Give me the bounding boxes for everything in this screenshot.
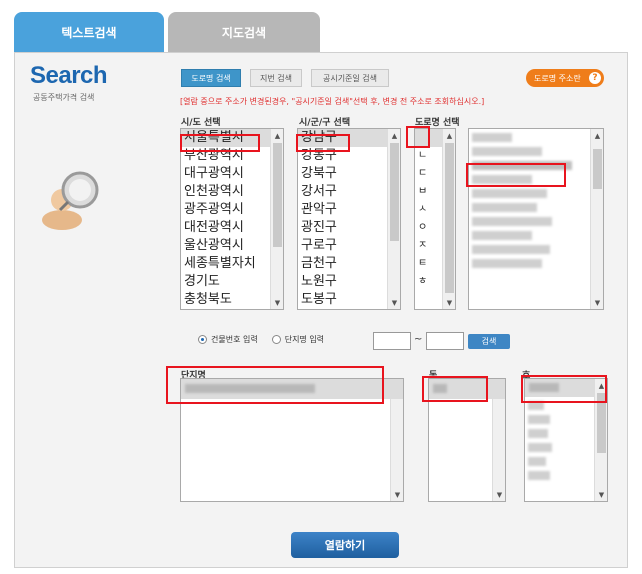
initial-scrollbar[interactable]: ▲ ▼	[442, 129, 455, 309]
highlight-box	[296, 134, 350, 152]
sido-scrollbar[interactable]: ▲ ▼	[270, 129, 283, 309]
end-number-input[interactable]	[426, 332, 464, 350]
notice-text: [열람 중으로 주소가 변경된경우, "공시기준일 검색"선택 후, 변경 전 …	[180, 97, 485, 106]
date-search-button[interactable]: 공시기준일 검색	[311, 69, 389, 87]
road-scrollbar[interactable]: ▲ ▼	[590, 129, 603, 309]
initial-consonant-listbox[interactable]: ㄴ ㄷ ㅂ ㅅ ㅇ ㅈ ㅌ ㅎ ▲ ▼	[414, 128, 456, 310]
scroll-down-icon[interactable]: ▼	[271, 296, 283, 309]
list-item[interactable]	[528, 443, 552, 452]
scroll-thumb[interactable]	[593, 149, 602, 189]
sigungu-listbox[interactable]: 강남구 강동구 강북구 강서구 관악구 광진구 구로구 금천구 노원구 도봉구 …	[297, 128, 401, 310]
user-search-icon	[42, 171, 99, 230]
scroll-up-icon[interactable]: ▲	[271, 129, 283, 142]
open-button[interactable]: 열람하기	[291, 532, 399, 558]
list-item[interactable]: 노원구	[298, 273, 400, 291]
question-icon: ?	[589, 72, 601, 84]
sigungu-label: 시/군/구 선택	[299, 118, 351, 128]
sido-label: 시/도 선택	[181, 118, 221, 128]
lot-number-radio[interactable]	[271, 335, 281, 344]
highlight-box	[180, 134, 260, 152]
highlight-box	[166, 366, 384, 404]
scroll-down-icon[interactable]: ▼	[391, 488, 403, 501]
scroll-down-icon[interactable]: ▼	[595, 488, 607, 501]
lot-search-button[interactable]: 지번 검색	[250, 69, 302, 87]
road-address-help-label: 도로명 주소란	[534, 73, 581, 83]
list-item[interactable]	[472, 133, 512, 142]
list-item[interactable]: 광주광역시	[181, 201, 283, 219]
tab-text-search[interactable]: 텍스트검색	[14, 12, 164, 52]
list-item[interactable]	[472, 189, 547, 198]
list-item[interactable]: 인천광역시	[181, 183, 283, 201]
list-item[interactable]: 대전광역시	[181, 219, 283, 237]
list-item[interactable]: 세종특별자치	[181, 255, 283, 273]
list-item[interactable]	[528, 457, 546, 466]
start-number-input[interactable]	[373, 332, 411, 350]
list-item[interactable]: 대구광역시	[181, 165, 283, 183]
highlight-box	[466, 163, 566, 187]
scroll-down-icon[interactable]: ▼	[443, 296, 455, 309]
list-item[interactable]: 충청북도	[181, 291, 283, 309]
search-button[interactable]: 검색	[468, 334, 510, 349]
list-item[interactable]: 강북구	[298, 165, 400, 183]
highlight-box	[521, 375, 607, 403]
list-item[interactable]: 관악구	[298, 201, 400, 219]
search-type-row: 건물번호 입력 단지명 입력	[198, 334, 324, 345]
list-item[interactable]: 금천구	[298, 255, 400, 273]
list-item[interactable]	[472, 147, 542, 156]
list-item[interactable]	[472, 203, 537, 212]
scroll-up-icon[interactable]: ▲	[591, 129, 603, 142]
list-item[interactable]	[472, 245, 550, 254]
sido-listbox[interactable]: 서울특별시 부산광역시 대구광역시 인천광역시 광주광역시 대전광역시 울산광역…	[180, 128, 284, 310]
range-dash: ~	[414, 334, 423, 345]
list-item[interactable]: 울산광역시	[181, 237, 283, 255]
highlight-box	[422, 376, 488, 402]
list-item[interactable]: 광진구	[298, 219, 400, 237]
scroll-up-icon[interactable]: ▲	[443, 129, 455, 142]
list-item[interactable]: 도봉구	[298, 291, 400, 309]
complex-scrollbar[interactable]: ▼	[390, 399, 403, 501]
road-search-button[interactable]: 도로명 검색	[181, 69, 241, 87]
list-item[interactable]	[472, 217, 552, 226]
road-address-help-button[interactable]: 도로명 주소란 ?	[526, 69, 604, 87]
building-number-radio[interactable]	[198, 335, 207, 344]
sigungu-scrollbar[interactable]: ▲ ▼	[387, 129, 400, 309]
scroll-down-icon[interactable]: ▼	[388, 296, 400, 309]
list-item[interactable]	[528, 415, 550, 424]
logo-title: Search	[30, 62, 108, 89]
scroll-down-icon[interactable]: ▼	[493, 488, 505, 501]
list-item[interactable]	[472, 259, 542, 268]
lot-number-label: 단지명 입력	[284, 335, 325, 344]
dong-scrollbar[interactable]: ▼	[492, 399, 505, 501]
highlight-box	[406, 126, 430, 148]
scroll-thumb[interactable]	[390, 143, 399, 241]
list-item[interactable]: 강서구	[298, 183, 400, 201]
logo-subtitle: 공동주택가격 검색	[33, 93, 95, 102]
list-item[interactable]	[528, 471, 550, 480]
road-name-listbox[interactable]: ▲ ▼	[468, 128, 604, 310]
building-number-label: 건물번호 입력	[211, 335, 258, 344]
list-item[interactable]: 구로구	[298, 237, 400, 255]
list-item[interactable]: 경기도	[181, 273, 283, 291]
scroll-thumb[interactable]	[273, 143, 282, 247]
list-item[interactable]	[528, 429, 548, 438]
scroll-up-icon[interactable]: ▲	[388, 129, 400, 142]
scroll-thumb[interactable]	[445, 143, 454, 293]
scroll-down-icon[interactable]: ▼	[591, 296, 603, 309]
tab-map-search[interactable]: 지도검색	[168, 12, 320, 52]
list-item[interactable]	[472, 231, 532, 240]
